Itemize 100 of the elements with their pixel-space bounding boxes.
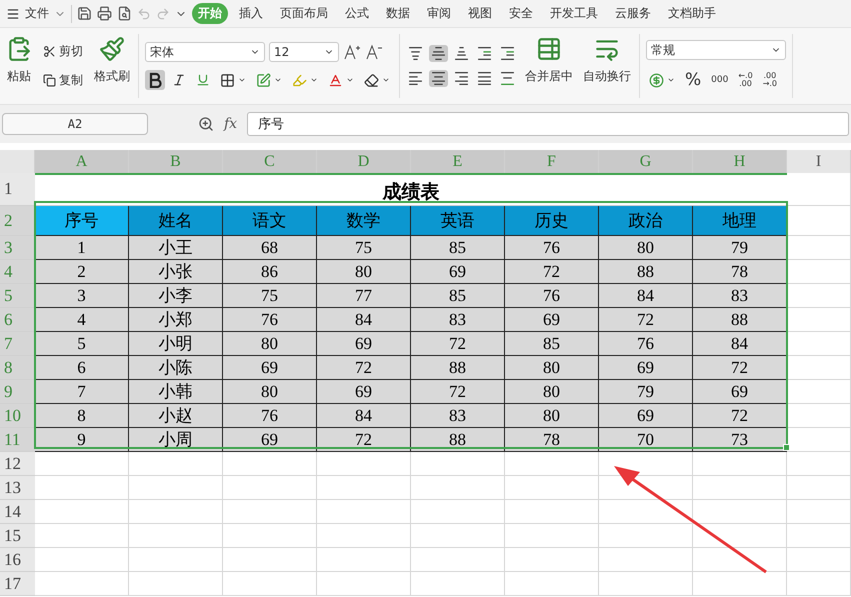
thousands-button[interactable]: 000 — [708, 73, 732, 87]
table-cell: 85 — [411, 284, 505, 308]
table-cell: 80 — [505, 380, 599, 404]
table-cell: 84 — [317, 404, 411, 428]
caret-icon — [667, 76, 675, 84]
ribbon-tab[interactable]: 云服务 — [609, 3, 657, 24]
select-all-corner — [0, 150, 35, 173]
table-cell: 76 — [599, 332, 693, 356]
zoom-icon — [198, 116, 214, 132]
file-menu[interactable]: 文件 — [25, 5, 49, 22]
table-cell: 88 — [411, 428, 505, 452]
formula-input[interactable]: 序号 — [247, 112, 849, 136]
borders-icon — [220, 72, 235, 88]
name-box[interactable]: A2 — [2, 113, 148, 135]
row-header[interactable]: 17 — [0, 572, 35, 596]
table-cell: 76 — [223, 404, 317, 428]
bold-icon — [148, 72, 162, 88]
table-cell: 72 — [411, 380, 505, 404]
bold-button[interactable] — [145, 70, 165, 90]
ribbon-tab[interactable]: 审阅 — [421, 3, 457, 24]
empty-cell — [787, 524, 851, 548]
paste-button[interactable]: 粘贴 — [4, 34, 34, 98]
merge-cells-icon — [536, 36, 562, 62]
merge-center-button[interactable]: 合并居中 — [523, 34, 575, 98]
table-cell: 69 — [223, 428, 317, 452]
table-cell: 79 — [693, 236, 787, 260]
copy-button[interactable]: 复制 — [40, 70, 86, 91]
font-name-select[interactable]: 宋体 — [145, 42, 265, 62]
ribbon-tab[interactable]: 公式 — [339, 3, 375, 24]
table-cell: 小韩 — [129, 380, 223, 404]
table-cell: 78 — [693, 260, 787, 284]
column-header[interactable]: I — [787, 150, 851, 173]
ribbon-tab[interactable]: 视图 — [462, 3, 498, 24]
decrease-font-button[interactable] — [365, 44, 383, 60]
caret-icon — [274, 76, 282, 84]
ribbon-tab[interactable]: 插入 — [233, 3, 269, 24]
alignment-button[interactable] — [429, 45, 448, 62]
decrease-decimal-button[interactable]: .00 →.0 — [760, 70, 780, 90]
underline-icon — [196, 73, 210, 87]
italic-icon — [172, 73, 186, 87]
increase-decimal-button[interactable]: ←.0 .00 — [735, 70, 756, 90]
scissors-icon — [43, 45, 56, 58]
increase-font-button[interactable] — [343, 44, 361, 60]
table-cell: 小张 — [129, 260, 223, 284]
row-header[interactable]: 13 — [0, 476, 35, 500]
row-header[interactable]: 1 — [0, 173, 35, 206]
empty-cell — [787, 548, 851, 572]
table-cell: 小郑 — [129, 308, 223, 332]
highlighter-icon — [292, 72, 307, 88]
function-button[interactable]: fx — [224, 116, 238, 132]
table-cell: 75 — [223, 284, 317, 308]
ribbon-tab[interactable]: 页面布局 — [274, 3, 334, 24]
header-cell: 政治 — [599, 206, 693, 236]
wrap-text-button[interactable]: 自动换行 — [581, 34, 633, 98]
print-button[interactable] — [97, 6, 112, 21]
align-distribute-icon — [501, 72, 514, 85]
alignment-button[interactable] — [498, 45, 517, 62]
row-header[interactable]: 16 — [0, 548, 35, 572]
table-cell: 83 — [693, 284, 787, 308]
ribbon-tab[interactable]: 安全 — [503, 3, 539, 24]
alignment-button[interactable] — [452, 45, 471, 62]
cut-button[interactable]: 剪切 — [40, 41, 86, 62]
row-header[interactable]: 12 — [0, 452, 35, 476]
save-button[interactable] — [77, 6, 92, 21]
row-header[interactable]: 15 — [0, 524, 35, 548]
table-cell: 小周 — [129, 428, 223, 452]
table-cell: 小赵 — [129, 404, 223, 428]
format-painter-button[interactable]: 格式刷 — [92, 34, 132, 98]
row-header[interactable]: 14 — [0, 500, 35, 524]
header-cell: 姓名 — [129, 206, 223, 236]
header-cell: 数学 — [317, 206, 411, 236]
table-cell: 72 — [599, 308, 693, 332]
alignment-button[interactable] — [406, 70, 425, 87]
table-cell: 4 — [35, 308, 129, 332]
table-cell: 76 — [505, 236, 599, 260]
alignment-button[interactable] — [429, 70, 448, 87]
number-format-select[interactable]: 常规 — [646, 40, 786, 60]
ribbon-tab[interactable]: 数据 — [380, 3, 416, 24]
table-cell: 72 — [411, 332, 505, 356]
table-cell: 72 — [693, 356, 787, 380]
ribbon-tab[interactable]: 文档助手 — [662, 3, 722, 24]
table-cell: 84 — [693, 332, 787, 356]
alignment-button[interactable] — [498, 70, 517, 87]
paintbrush-icon — [99, 36, 125, 62]
alignment-button[interactable] — [452, 70, 471, 87]
percent-button[interactable]: % — [682, 68, 704, 92]
alignment-button[interactable] — [475, 45, 494, 62]
header-cell: 语文 — [223, 206, 317, 236]
alignment-button[interactable] — [406, 45, 425, 62]
table-cell: 8 — [35, 404, 129, 428]
alignment-button[interactable] — [475, 70, 494, 87]
table-cell: 80 — [599, 236, 693, 260]
table-cell: 69 — [693, 380, 787, 404]
print-preview-button[interactable] — [117, 6, 132, 21]
ribbon-tab[interactable]: 开发工具 — [544, 3, 604, 24]
font-size-select[interactable]: 12 — [269, 42, 339, 62]
table-cell: 79 — [599, 380, 693, 404]
table-cell: 69 — [411, 260, 505, 284]
table-cell: 80 — [505, 356, 599, 380]
align-justify-icon — [478, 72, 491, 85]
